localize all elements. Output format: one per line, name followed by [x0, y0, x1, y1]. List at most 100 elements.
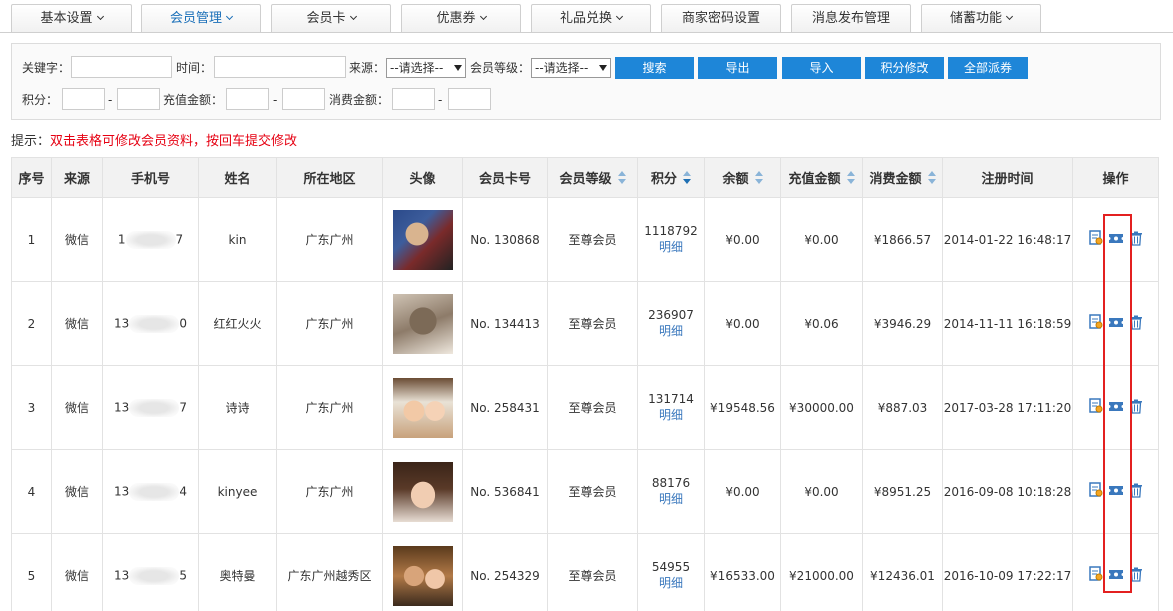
cell-level[interactable]: 至尊会员 [547, 449, 638, 534]
points-detail-link[interactable]: 明细 [638, 238, 704, 255]
cell-phone[interactable]: 13 5 [102, 533, 199, 611]
tab-gift-exchange[interactable]: 礼品兑换 [531, 4, 651, 32]
phone-start: 1 [117, 232, 126, 246]
keyword-label: 关键字： [22, 61, 71, 75]
view-detail-icon[interactable] [1088, 398, 1104, 414]
cell-phone[interactable]: 13 0 [102, 281, 199, 366]
points-label: 积分： [22, 93, 59, 107]
cell-balance[interactable]: ¥19548.56 [704, 365, 781, 450]
sort-icon[interactable] [617, 171, 626, 185]
cell-level[interactable]: 至尊会员 [547, 281, 638, 366]
member-table: 序号 来源 手机号 姓名 所在地区 头像 会员卡号 会员等级 积分 余额 充值金… [11, 157, 1159, 611]
cell-card-no: No. 134413 [462, 281, 548, 366]
points-detail-link[interactable]: 明细 [638, 322, 704, 339]
table-row[interactable]: 1 微信 1 7 kin 广东广州 No. 130868 至尊会员 1118792 明细 ¥0.00… [11, 197, 1159, 282]
sort-icon[interactable] [927, 171, 936, 185]
points-min-input[interactable] [62, 88, 105, 110]
header-label: 充值金额 [788, 172, 841, 187]
col-header-points[interactable]: 积分 [637, 157, 705, 198]
cell-phone[interactable]: 13 7 [102, 365, 199, 450]
table-row[interactable]: 3 微信 13 7 诗诗 广东广州 No. 258431 至尊会员 131714 明细 ¥19548… [11, 365, 1159, 450]
points-detail-link[interactable]: 明细 [638, 490, 704, 507]
cell-spend: ¥887.03 [862, 365, 943, 450]
cell-name[interactable]: 诗诗 [198, 365, 277, 450]
col-header-balance[interactable]: 余额 [704, 157, 781, 198]
col-header-level[interactable]: 会员等级 [547, 157, 638, 198]
cell-reg-time: 2016-09-08 10:18:28 [942, 449, 1073, 534]
search-button[interactable]: 搜索 [615, 57, 694, 79]
cell-card-no: No. 258431 [462, 365, 548, 450]
cell-balance[interactable]: ¥0.00 [704, 281, 781, 366]
phone-end: 7 [179, 400, 187, 414]
view-detail-icon[interactable] [1088, 314, 1104, 330]
tab-savings[interactable]: 储蓄功能 [921, 4, 1041, 32]
phone-mask [125, 230, 176, 249]
cell-avatar [382, 197, 463, 282]
points-detail-link[interactable]: 明细 [638, 574, 704, 591]
col-header-spend[interactable]: 消费金额 [862, 157, 943, 198]
recharge-max-input[interactable] [282, 88, 325, 110]
keyword-input[interactable] [71, 56, 172, 78]
table-row[interactable]: 2 微信 13 0 红红火火 广东广州 No. 134413 至尊会员 236907 明细 ¥0.0… [11, 281, 1159, 366]
tab-label: 储蓄功能 [949, 11, 1002, 26]
tab-coupon[interactable]: 优惠券 [401, 4, 521, 32]
table-header-row: 序号 来源 手机号 姓名 所在地区 头像 会员卡号 会员等级 积分 余额 充值金… [11, 157, 1159, 198]
cell-phone[interactable]: 17 [102, 197, 199, 282]
chevron-down-icon [96, 12, 104, 21]
cell-level[interactable]: 至尊会员 [547, 365, 638, 450]
cell-balance[interactable]: ¥0.00 [704, 197, 781, 282]
tab-message-publish[interactable]: 消息发布管理 [791, 4, 911, 32]
view-detail-icon[interactable] [1088, 566, 1104, 582]
export-button[interactable]: 导出 [698, 57, 777, 79]
tab-member-card[interactable]: 会员卡 [271, 4, 391, 32]
points-max-input[interactable] [117, 88, 160, 110]
points-edit-button[interactable]: 积分修改 [865, 57, 944, 79]
header-label: 会员等级 [559, 172, 612, 187]
header-label: 余额 [722, 172, 749, 187]
spend-max-input[interactable] [448, 88, 491, 110]
cell-region[interactable]: 广东广州 [276, 281, 383, 366]
cell-name[interactable]: 奥特曼 [198, 533, 277, 611]
tab-basic-settings[interactable]: 基本设置 [11, 4, 132, 32]
cell-reg-time: 2014-01-22 16:48:17 [942, 197, 1073, 282]
all-coupon-button[interactable]: 全部派券 [948, 57, 1028, 79]
chevron-down-icon [615, 12, 624, 21]
view-detail-icon[interactable] [1088, 482, 1104, 498]
phone-end: 4 [179, 484, 187, 498]
time-input[interactable] [214, 56, 346, 78]
avatar [392, 209, 453, 270]
sort-icon[interactable] [846, 171, 855, 185]
level-select-value: --请选择-- [535, 61, 589, 75]
tab-merchant-password[interactable]: 商家密码设置 [661, 4, 781, 32]
cell-source: 微信 [51, 365, 103, 450]
recharge-min-input[interactable] [226, 88, 269, 110]
cell-phone[interactable]: 13 4 [102, 449, 199, 534]
cell-region[interactable]: 广东广州越秀区 [276, 533, 383, 611]
cell-points: 131714 明细 [637, 365, 705, 450]
spend-min-input[interactable] [392, 88, 435, 110]
cell-name[interactable]: kin [198, 197, 277, 282]
table-row[interactable]: 5 微信 13 5 奥特曼 广东广州越秀区 No. 254329 至尊会员 54955 明细 ¥16… [11, 533, 1159, 611]
cell-balance[interactable]: ¥16533.00 [704, 533, 781, 611]
points-value: 1118792 [644, 224, 698, 238]
cell-level[interactable]: 至尊会员 [547, 533, 638, 611]
top-nav: 基本设置 会员管理 会员卡 优惠券 礼品兑换 商家密码设置 消息发布管理 储蓄功… [0, 0, 1173, 32]
cell-region[interactable]: 广东广州 [276, 197, 383, 282]
cell-level[interactable]: 至尊会员 [547, 197, 638, 282]
points-detail-link[interactable]: 明细 [638, 406, 704, 423]
tab-member-management[interactable]: 会员管理 [141, 4, 261, 32]
cell-region[interactable]: 广东广州 [276, 449, 383, 534]
cell-region[interactable]: 广东广州 [276, 365, 383, 450]
cell-balance[interactable]: ¥0.00 [704, 449, 781, 534]
cell-name[interactable]: 红红火火 [198, 281, 277, 366]
level-select[interactable]: --请选择-- [531, 58, 611, 78]
import-button[interactable]: 导入 [782, 57, 861, 79]
sort-desc-icon[interactable] [683, 171, 691, 185]
source-select[interactable]: --请选择-- [386, 58, 466, 78]
view-detail-icon[interactable] [1088, 230, 1104, 246]
actions-highlight-box [1103, 214, 1132, 593]
table-row[interactable]: 4 微信 13 4 kinyee 广东广州 No. 536841 至尊会员 88176 明细 ¥0.… [11, 449, 1159, 534]
sort-icon[interactable] [754, 171, 763, 185]
cell-name[interactable]: kinyee [198, 449, 277, 534]
col-header-recharge[interactable]: 充值金额 [780, 157, 863, 198]
